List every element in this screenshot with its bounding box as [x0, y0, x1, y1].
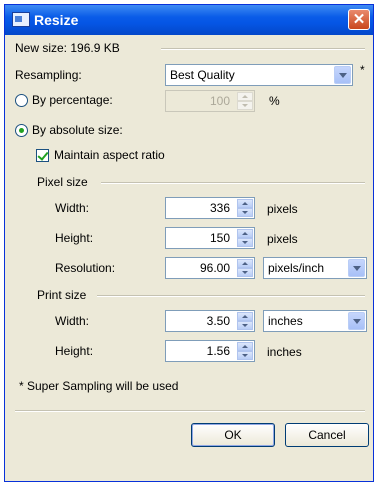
print-width-unit-value: inches [268, 314, 303, 328]
new-size-label: New size: 196.9 KB [15, 41, 120, 55]
spin-down-icon[interactable] [237, 321, 253, 330]
resolution-unit-value: pixels/inch [268, 261, 325, 275]
maintain-aspect-checkbox[interactable] [36, 149, 49, 162]
pixel-size-divider [101, 182, 365, 184]
spin-up-icon[interactable] [237, 342, 253, 351]
print-height-spinner[interactable]: 1.56 [165, 340, 255, 362]
by-absolute-size-radio[interactable] [15, 124, 28, 137]
spin-down-icon[interactable] [237, 208, 253, 217]
footer-divider [15, 410, 365, 412]
pixel-height-spinner[interactable]: 150 [165, 227, 255, 249]
resolution-label: Resolution: [55, 261, 116, 275]
spin-up-icon[interactable] [237, 312, 253, 321]
pixel-width-label: Width: [55, 201, 90, 215]
resize-window-icon [12, 12, 30, 27]
pixel-size-group-label: Pixel size [37, 175, 88, 189]
resize-dialog: Resize ✕ New size: 196.9 KB Resampling: … [4, 4, 374, 482]
chevron-down-icon[interactable] [348, 312, 365, 330]
close-icon: ✕ [352, 11, 366, 28]
pixel-width-spinner[interactable]: 336 [165, 197, 255, 219]
print-width-spinner[interactable]: 3.50 [165, 310, 255, 332]
resampling-value: Best Quality [170, 68, 235, 82]
spin-down-icon[interactable] [237, 101, 253, 110]
print-height-unit: inches [267, 345, 302, 359]
resampling-asterisk: * [360, 63, 365, 77]
pixel-width-value: 336 [209, 201, 230, 215]
new-size-divider [161, 48, 365, 50]
spin-down-icon[interactable] [237, 268, 253, 277]
pixel-height-unit: pixels [267, 232, 298, 246]
spin-up-icon[interactable] [237, 229, 253, 238]
pixel-height-label: Height: [55, 231, 94, 245]
print-width-label: Width: [55, 314, 90, 328]
chevron-down-icon[interactable] [334, 66, 351, 84]
percentage-spinner[interactable]: 100 [165, 90, 255, 112]
maintain-aspect-label: Maintain aspect ratio [54, 148, 165, 162]
print-height-value: 1.56 [206, 344, 230, 358]
cancel-button[interactable]: Cancel [285, 423, 369, 447]
print-height-label: Height: [55, 344, 94, 358]
footnote: * Super Sampling will be used [19, 379, 179, 393]
window-title: Resize [34, 12, 79, 28]
spin-up-icon[interactable] [237, 92, 253, 101]
resolution-unit-select[interactable]: pixels/inch [263, 257, 367, 279]
title-bar: Resize ✕ [5, 5, 373, 35]
close-button[interactable]: ✕ [348, 9, 370, 30]
spin-down-icon[interactable] [237, 238, 253, 247]
spin-down-icon[interactable] [237, 351, 253, 360]
print-width-value: 3.50 [206, 314, 230, 328]
resolution-value: 96.00 [199, 261, 230, 275]
by-percentage-radio[interactable] [15, 94, 28, 107]
pixel-height-value: 150 [209, 231, 230, 245]
spin-up-icon[interactable] [237, 259, 253, 268]
resolution-spinner[interactable]: 96.00 [165, 257, 255, 279]
by-absolute-size-label: By absolute size: [32, 123, 123, 137]
spin-up-icon[interactable] [237, 199, 253, 208]
print-size-group-label: Print size [37, 288, 87, 302]
percentage-value: 100 [209, 94, 230, 108]
by-percentage-label: By percentage: [32, 93, 113, 107]
percentage-unit: % [269, 94, 280, 108]
chevron-down-icon[interactable] [348, 259, 365, 277]
print-size-divider [97, 295, 365, 297]
print-width-unit-select[interactable]: inches [263, 310, 367, 332]
resampling-select[interactable]: Best Quality [165, 64, 353, 86]
pixel-width-unit: pixels [267, 202, 298, 216]
ok-button[interactable]: OK [191, 423, 275, 447]
resampling-label: Resampling: [15, 68, 82, 82]
